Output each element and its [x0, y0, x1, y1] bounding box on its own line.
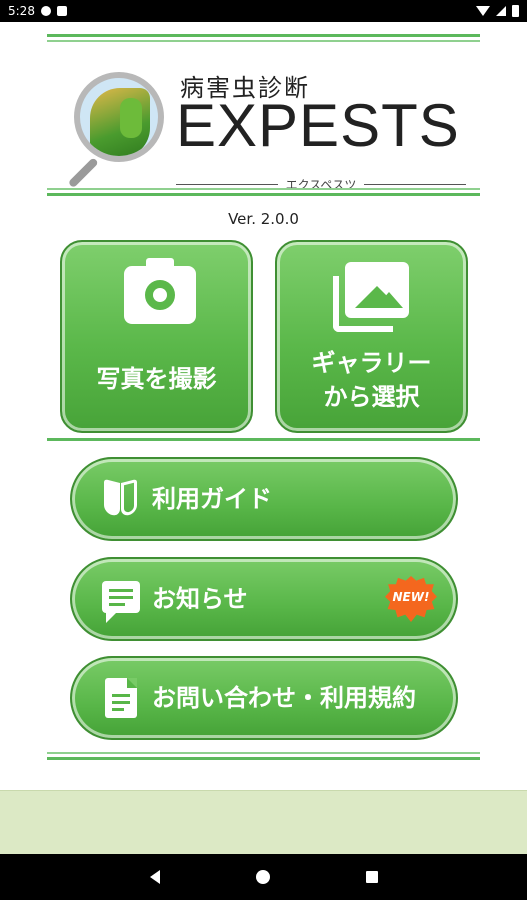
gallery-label-line1: ギャラリー	[311, 349, 432, 377]
contact-terms-button[interactable]: お問い合わせ・利用規約	[70, 656, 458, 740]
back-icon[interactable]	[149, 870, 160, 884]
camera-icon	[124, 258, 196, 324]
cell-signal-icon	[496, 6, 506, 16]
section-divider	[47, 438, 480, 441]
logo-title-en: EXPESTS	[176, 92, 460, 159]
user-guide-button[interactable]: 利用ガイド	[70, 457, 458, 541]
beginner-mark-icon	[104, 479, 138, 519]
gallery-icon	[333, 262, 413, 334]
home-icon[interactable]	[255, 870, 270, 884]
app-logo: 病害虫診断 EXPESTS エクスペスツ	[60, 64, 470, 204]
logo-bottom-rule	[47, 188, 480, 196]
document-icon	[105, 678, 137, 718]
bottom-rule	[47, 752, 480, 760]
new-badge: NEW!	[385, 576, 437, 622]
news-button[interactable]: お知らせ NEW!	[70, 557, 458, 641]
main-content: 病害虫診断 EXPESTS エクスペスツ Ver. 2.0.0 写真を撮影 ギャ…	[0, 22, 527, 790]
chat-icon	[102, 581, 140, 623]
wifi-icon	[476, 6, 490, 16]
gallery-label-line2: から選択	[323, 383, 420, 411]
magnifier-handle	[67, 157, 99, 189]
status-bar: 5:28	[0, 0, 527, 22]
top-rule	[47, 34, 480, 42]
magnifier-bug-icon	[74, 72, 164, 162]
user-guide-label: 利用ガイド	[152, 485, 272, 513]
system-navigation-bar	[0, 854, 527, 900]
select-from-gallery-button[interactable]: ギャラリー から選択	[275, 240, 468, 433]
battery-icon	[512, 5, 519, 17]
status-time: 5:28	[8, 4, 35, 18]
ad-banner-area	[0, 790, 527, 854]
version-label: Ver. 2.0.0	[228, 210, 299, 228]
contact-terms-label: お問い合わせ・利用規約	[152, 684, 416, 712]
take-photo-label: 写真を撮影	[96, 365, 217, 393]
take-photo-button[interactable]: 写真を撮影	[60, 240, 253, 433]
recent-apps-icon[interactable]	[365, 871, 378, 883]
news-label: お知らせ	[152, 585, 248, 613]
notification-icon	[40, 6, 51, 16]
sd-card-icon	[56, 6, 67, 16]
new-badge-text: NEW!	[392, 590, 430, 604]
